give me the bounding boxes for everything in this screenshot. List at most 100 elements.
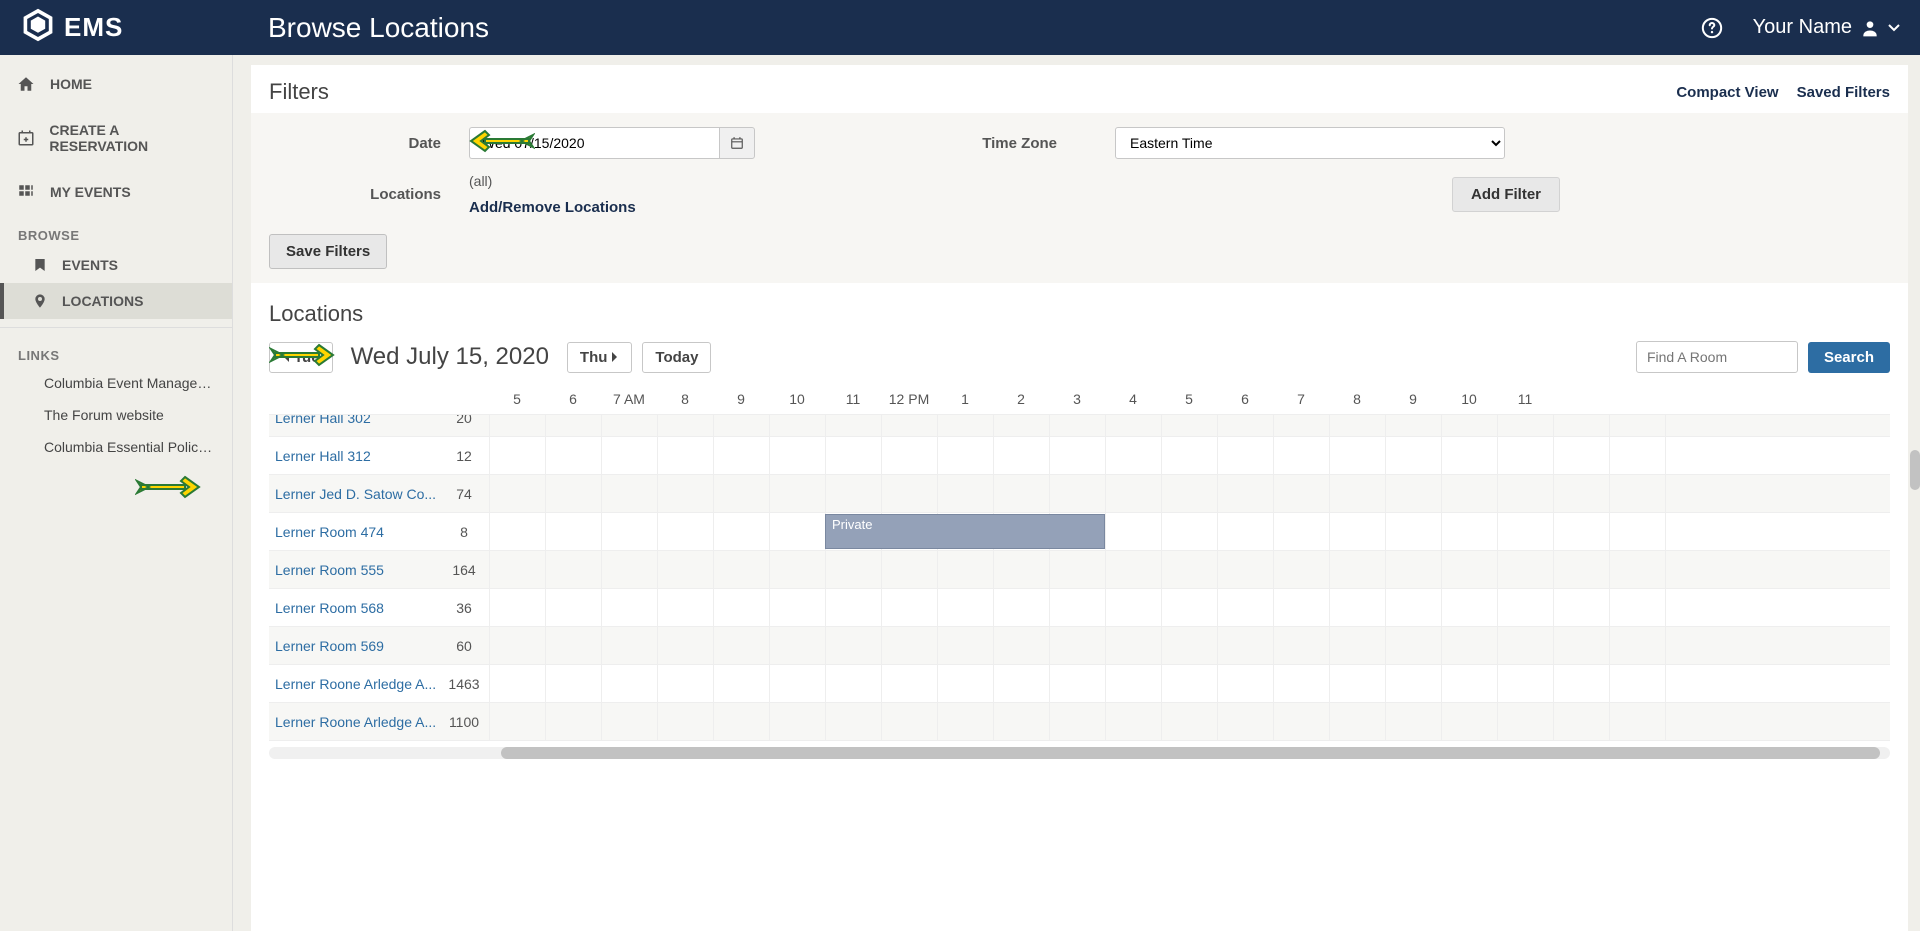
hour-label: 8: [1329, 391, 1385, 407]
room-capacity: 1100: [439, 714, 489, 730]
locations-toolbar: Tue Wed July 15, 2020 Thu Today Search: [269, 341, 1890, 373]
room-timeline[interactable]: [489, 415, 1890, 436]
find-room-input[interactable]: [1636, 341, 1798, 373]
save-filters-button[interactable]: Save Filters: [269, 234, 387, 269]
sidebar-item-create-reservation[interactable]: CREATE A RESERVATION: [0, 108, 232, 168]
room-name-link[interactable]: Lerner Roone Arledge A...: [269, 714, 439, 730]
sidebar-link-policies[interactable]: Columbia Essential Policies: [0, 431, 232, 463]
compact-view-link[interactable]: Compact View: [1676, 84, 1778, 101]
logo-icon: [20, 7, 56, 48]
room-capacity: 8: [439, 524, 489, 540]
timeline: 567 AM89101112 PM1234567891011 Lerner Ha…: [269, 383, 1890, 741]
hour-label: 6: [1217, 391, 1273, 407]
sidebar-item-locations[interactable]: LOCATIONS: [0, 283, 232, 319]
timezone-select[interactable]: Eastern Time: [1115, 127, 1505, 159]
date-input[interactable]: [469, 127, 719, 159]
sidebar-link-cem[interactable]: Columbia Event Management ...: [0, 367, 232, 399]
top-bar: EMS Browse Locations Your Name: [0, 0, 1920, 55]
hour-label: 12 PM: [881, 391, 937, 407]
locations-title: Locations: [269, 301, 1890, 327]
room-timeline[interactable]: [489, 703, 1890, 740]
home-icon: [16, 74, 36, 94]
room-capacity: 74: [439, 486, 489, 502]
event-block[interactable]: Private: [825, 514, 1105, 549]
room-name-link[interactable]: Lerner Room 474: [269, 524, 439, 540]
sidebar-item-home[interactable]: HOME: [0, 60, 232, 108]
room-row: Lerner Roone Arledge A...1100: [269, 703, 1890, 741]
help-icon[interactable]: [1701, 17, 1723, 39]
content: Filters Compact View Saved Filters Date: [233, 55, 1920, 931]
room-row: Lerner Room 56960: [269, 627, 1890, 665]
calendar-icon: [730, 136, 744, 150]
hour-label: 9: [713, 391, 769, 407]
current-date: Wed July 15, 2020: [351, 343, 549, 371]
hour-label: 2: [993, 391, 1049, 407]
room-timeline[interactable]: [489, 475, 1890, 512]
room-timeline[interactable]: Private: [489, 513, 1890, 550]
sidebar-item-events[interactable]: EVENTS: [0, 247, 232, 283]
hour-label: 1: [937, 391, 993, 407]
sidebar-link-forum[interactable]: The Forum website: [0, 399, 232, 431]
user-menu[interactable]: Your Name: [1753, 16, 1900, 39]
pin-icon: [32, 293, 48, 309]
room-capacity: 164: [439, 562, 489, 578]
calendar-button[interactable]: [719, 127, 755, 159]
logo-text: EMS: [64, 12, 123, 43]
room-capacity: 12: [439, 448, 489, 464]
room-timeline[interactable]: [489, 437, 1890, 474]
room-name-link[interactable]: Lerner Hall 312: [269, 448, 439, 464]
room-name-link[interactable]: Lerner Jed D. Satow Co...: [269, 486, 439, 502]
today-button[interactable]: Today: [642, 342, 711, 373]
page-title: Browse Locations: [268, 12, 489, 44]
logo[interactable]: EMS: [20, 7, 250, 48]
user-icon: [1860, 18, 1880, 38]
saved-filters-link[interactable]: Saved Filters: [1797, 84, 1890, 101]
grid-body[interactable]: Lerner Hall 30220 Lerner Hall 31212 Lerner…: [269, 415, 1890, 741]
room-row: Lerner Room 4748 Private: [269, 513, 1890, 551]
room-timeline[interactable]: [489, 551, 1890, 588]
vertical-scrollbar-thumb[interactable]: [1910, 450, 1920, 490]
horizontal-scrollbar[interactable]: [269, 747, 1890, 759]
room-timeline[interactable]: [489, 665, 1890, 702]
room-row: Lerner Roone Arledge A...1463: [269, 665, 1890, 703]
sidebar: HOME CREATE A RESERVATION MY EVENTS BROW…: [0, 55, 233, 931]
room-name-link[interactable]: Lerner Room 555: [269, 562, 439, 578]
room-row: Lerner Room 56836: [269, 589, 1890, 627]
filters-header: Filters Compact View Saved Filters: [251, 65, 1908, 113]
sidebar-item-label: EVENTS: [62, 257, 118, 273]
room-name-link[interactable]: Lerner Room 569: [269, 638, 439, 654]
room-capacity: 20: [439, 415, 489, 426]
add-filter-button[interactable]: Add Filter: [1452, 177, 1560, 212]
sidebar-item-my-events[interactable]: MY EVENTS: [0, 168, 232, 216]
scrollbar-thumb[interactable]: [501, 747, 1880, 759]
prev-day-button[interactable]: Tue: [269, 342, 333, 373]
sidebar-item-label: LOCATIONS: [62, 293, 143, 309]
room-name-link[interactable]: Lerner Roone Arledge A...: [269, 676, 439, 692]
room-name-link[interactable]: Lerner Room 568: [269, 600, 439, 616]
hour-label: 11: [1497, 391, 1553, 407]
next-day-button[interactable]: Thu: [567, 342, 633, 373]
timezone-label: Time Zone: [935, 135, 1085, 152]
room-capacity: 60: [439, 638, 489, 654]
bookmark-icon: [32, 257, 48, 273]
locations-all: (all): [469, 173, 636, 189]
chevron-down-icon: [1888, 22, 1900, 34]
hour-label: 4: [1105, 391, 1161, 407]
sidebar-section-links: LINKS: [0, 336, 232, 367]
grid-icon: [16, 182, 36, 202]
filters-body: Date Time Zone Eastern Time: [251, 113, 1908, 283]
room-row: Lerner Hall 30220: [269, 415, 1890, 437]
sidebar-item-label: HOME: [50, 76, 92, 92]
room-name-link[interactable]: Lerner Hall 302: [269, 415, 439, 426]
annotation-arrow-sidebar: [135, 475, 201, 504]
hour-label: 9: [1385, 391, 1441, 407]
sidebar-section-browse: BROWSE: [0, 216, 232, 247]
add-remove-locations-link[interactable]: Add/Remove Locations: [469, 199, 636, 216]
room-timeline[interactable]: [489, 589, 1890, 626]
sidebar-item-label: MY EVENTS: [50, 184, 131, 200]
hour-label: 7 AM: [601, 391, 657, 407]
calendar-plus-icon: [16, 128, 35, 148]
room-row: Lerner Room 555164: [269, 551, 1890, 589]
room-timeline[interactable]: [489, 627, 1890, 664]
search-button[interactable]: Search: [1808, 342, 1890, 373]
